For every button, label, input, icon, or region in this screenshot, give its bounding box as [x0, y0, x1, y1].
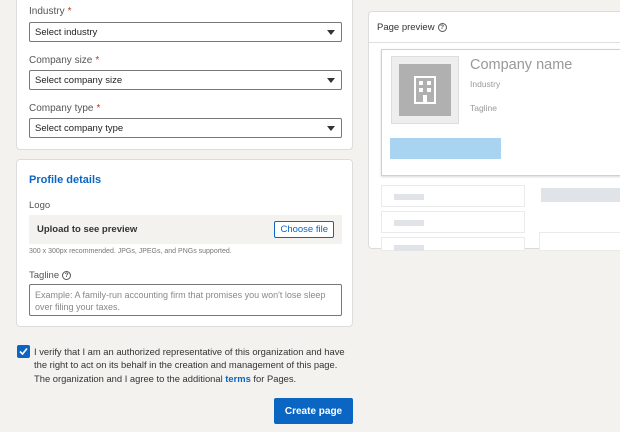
skeleton-nav-item — [381, 211, 525, 233]
checkmark-icon — [19, 347, 28, 356]
tagline-label: Tagline ? — [29, 270, 72, 281]
verify-checkbox[interactable] — [17, 345, 30, 358]
company-info-card: Industry * Select industry Company size * … — [16, 0, 353, 150]
question-circle-icon[interactable]: ? — [62, 271, 72, 280]
industry-select-value: Select industry — [35, 27, 98, 38]
choose-file-button[interactable]: Choose file — [274, 221, 334, 238]
building-icon — [414, 76, 436, 104]
skeleton-content-bar — [541, 188, 620, 202]
question-circle-icon[interactable]: ? — [437, 23, 447, 32]
logo-placeholder — [391, 56, 459, 124]
industry-label: Industry * — [29, 6, 72, 17]
tagline-input[interactable]: Example: A family-run accounting firm th… — [29, 284, 342, 316]
caret-down-icon — [327, 126, 335, 131]
required-mark: * — [67, 6, 72, 17]
terms-link[interactable]: terms — [225, 373, 251, 384]
preview-company-name: Company name — [470, 57, 573, 73]
preview-company-card: Company name Industry Tagline — [381, 49, 620, 176]
logo-upload-area: Upload to see preview Choose file — [29, 215, 342, 244]
profile-details-title: Profile details — [29, 174, 102, 186]
industry-select[interactable]: Select industry — [29, 22, 342, 42]
preview-follow-button-placeholder — [390, 138, 501, 159]
create-page-button[interactable]: Create page — [274, 398, 353, 424]
required-mark: * — [96, 103, 101, 114]
preview-industry: Industry — [470, 79, 501, 89]
company-size-label: Company size * — [29, 55, 100, 66]
caret-down-icon — [327, 78, 335, 83]
page-preview-card: Page preview ? Company name Industry Tag… — [368, 11, 620, 251]
required-mark: * — [95, 55, 100, 66]
logo-hint: 300 x 300px recommended. JPGs, JPEGs, an… — [29, 248, 232, 255]
company-type-label: Company type * — [29, 103, 101, 114]
skeleton-nav-item — [381, 237, 525, 251]
divider — [369, 42, 620, 43]
company-size-select-value: Select company size — [35, 75, 123, 86]
company-size-select[interactable]: Select company size — [29, 70, 342, 90]
verify-text: I verify that I am an authorized represe… — [34, 346, 345, 384]
company-type-select-value: Select company type — [35, 123, 124, 134]
skeleton-nav-item — [381, 185, 525, 207]
skeleton-content-block — [539, 232, 620, 251]
company-type-select[interactable]: Select company type — [29, 118, 342, 138]
logo-label: Logo — [29, 200, 51, 211]
preview-header: Page preview ? — [377, 22, 447, 33]
preview-tagline: Tagline — [470, 103, 497, 113]
upload-text: Upload to see preview — [37, 224, 138, 235]
caret-down-icon — [327, 30, 335, 35]
profile-details-card: Profile details Logo Upload to see previ… — [16, 159, 353, 327]
